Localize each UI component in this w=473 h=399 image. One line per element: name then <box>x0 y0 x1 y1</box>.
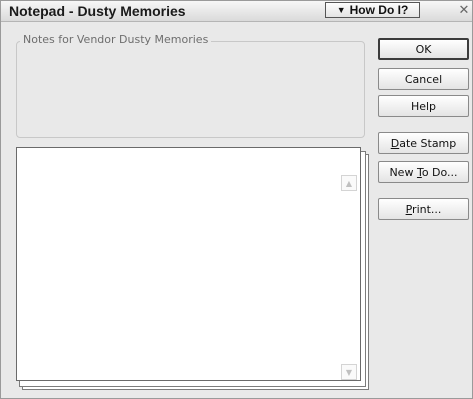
notepad-window: Notepad - Dusty Memories ▼ How Do I? ✕ N… <box>0 0 473 399</box>
date-stamp-button[interactable]: Date Stamp <box>378 132 469 154</box>
triangle-down-icon: ▼ <box>336 5 346 15</box>
cancel-button[interactable]: Cancel <box>378 68 469 90</box>
notepad-text-area[interactable] <box>16 147 361 381</box>
close-icon[interactable]: ✕ <box>457 3 471 18</box>
how-do-i-label: How Do I? <box>349 3 409 17</box>
notes-header-label: Notes for Vendor Dusty Memories <box>20 33 212 46</box>
ok-button[interactable]: OK <box>378 38 469 60</box>
title-bar: Notepad - Dusty Memories ▼ How Do I? ✕ <box>1 1 472 22</box>
notes-header-group <box>16 41 365 138</box>
help-button[interactable]: Help <box>378 95 469 117</box>
new-todo-button[interactable]: New To Do... <box>378 161 469 183</box>
print-button[interactable]: Print... <box>378 198 469 220</box>
window-title: Notepad - Dusty Memories <box>9 3 186 19</box>
how-do-i-button[interactable]: ▼ How Do I? <box>325 2 420 18</box>
